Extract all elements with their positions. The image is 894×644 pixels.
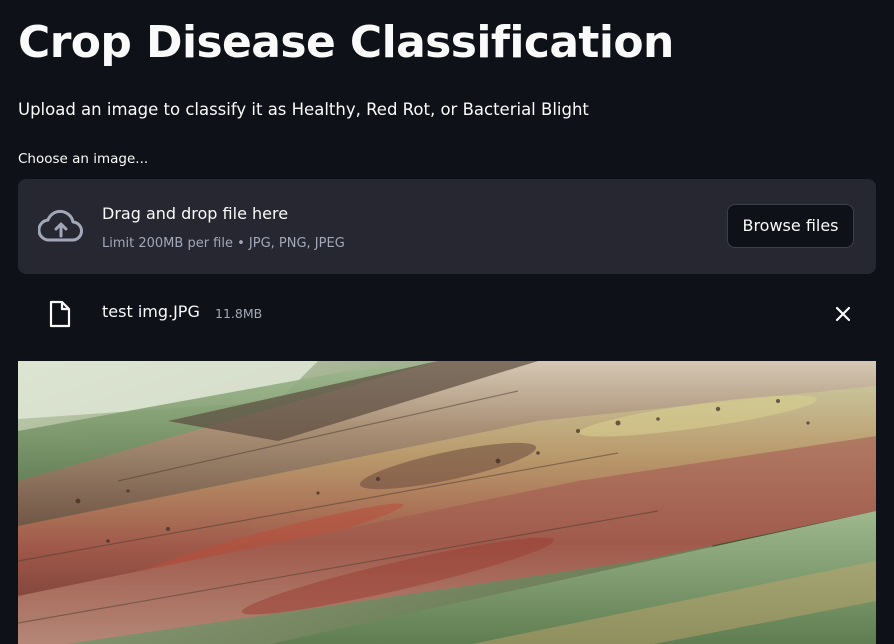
file-uploader-label: Choose an image...: [18, 151, 149, 167]
page-subtitle: Upload an image to classify it as Health…: [18, 100, 589, 119]
dropzone-file-limit: Limit 200MB per file • JPG, PNG, JPEG: [102, 236, 345, 251]
uploaded-file-size: 11.8MB: [215, 306, 263, 321]
dropzone-instructions: Drag and drop file here: [102, 204, 289, 223]
cloud-upload-icon: [38, 209, 83, 242]
uploaded-file-name: test img.JPG: [102, 302, 200, 321]
remove-file-button[interactable]: [830, 301, 856, 327]
browse-files-button[interactable]: Browse files: [727, 204, 854, 248]
page-title: Crop Disease Classification: [18, 17, 674, 68]
app-page: Crop Disease Classification Upload an im…: [0, 0, 894, 644]
file-icon: [49, 300, 71, 328]
uploaded-image-preview: [18, 361, 876, 644]
uploaded-file-item: test img.JPG 11.8MB: [18, 288, 876, 338]
file-dropzone[interactable]: Drag and drop file here Limit 200MB per …: [18, 179, 876, 274]
close-icon: [835, 306, 851, 322]
sugarcane-leaf-image: [18, 361, 876, 644]
